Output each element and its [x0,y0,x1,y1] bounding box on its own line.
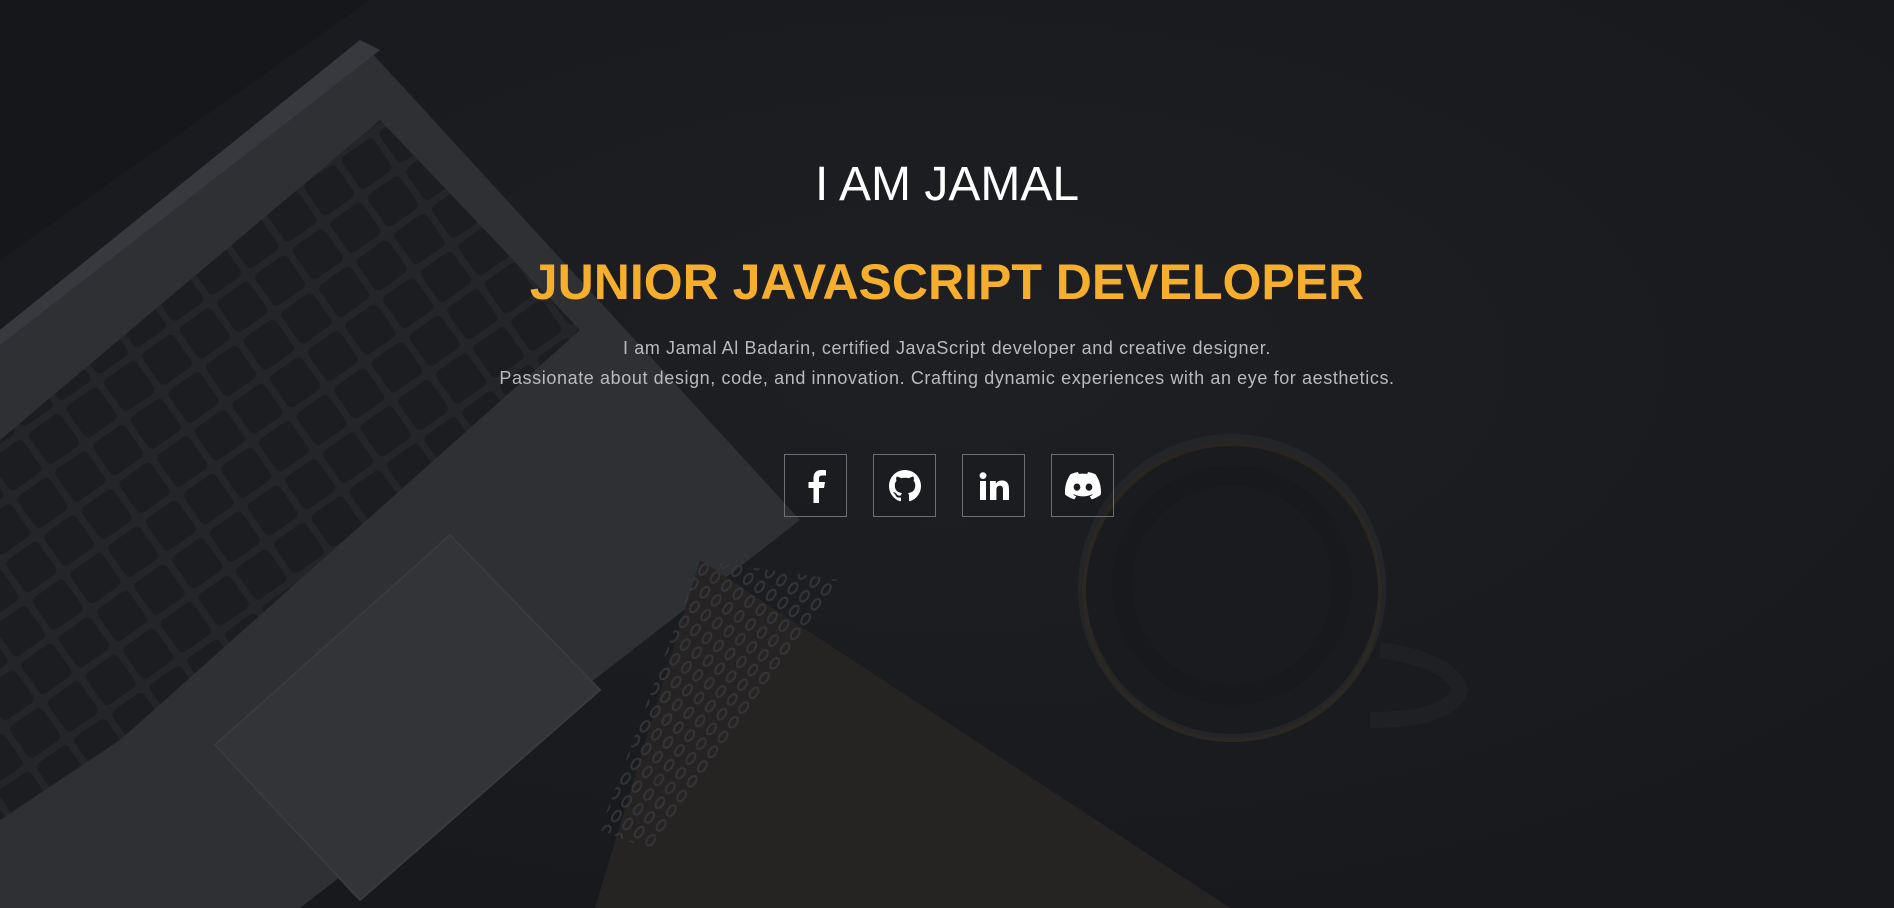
github-icon [888,469,921,502]
facebook-link[interactable] [784,454,847,517]
hero-intro-heading: I AM JAMAL [814,158,1080,211]
linkedin-icon [979,471,1009,500]
hero-description-line: I am Jamal Al Badarin, certified JavaScr… [623,338,1271,358]
facebook-icon [805,469,827,503]
discord-link[interactable] [1051,454,1114,517]
social-links [784,454,1118,518]
discord-icon [1064,471,1101,500]
hero-section: I AM JAMAL JUNIOR JAVASCRIPT DEVELOPER I… [0,0,1894,908]
hero-content: I AM JAMAL JUNIOR JAVASCRIPT DEVELOPER I… [0,0,1894,908]
hero-role-heading: JUNIOR JAVASCRIPT DEVELOPER [529,254,1365,310]
hero-description: I am Jamal Al Badarin, certified JavaScr… [0,333,1894,393]
github-link[interactable] [873,454,936,517]
linkedin-link[interactable] [962,454,1025,517]
hero-description-line: Passionate about design, code, and innov… [499,368,1395,388]
